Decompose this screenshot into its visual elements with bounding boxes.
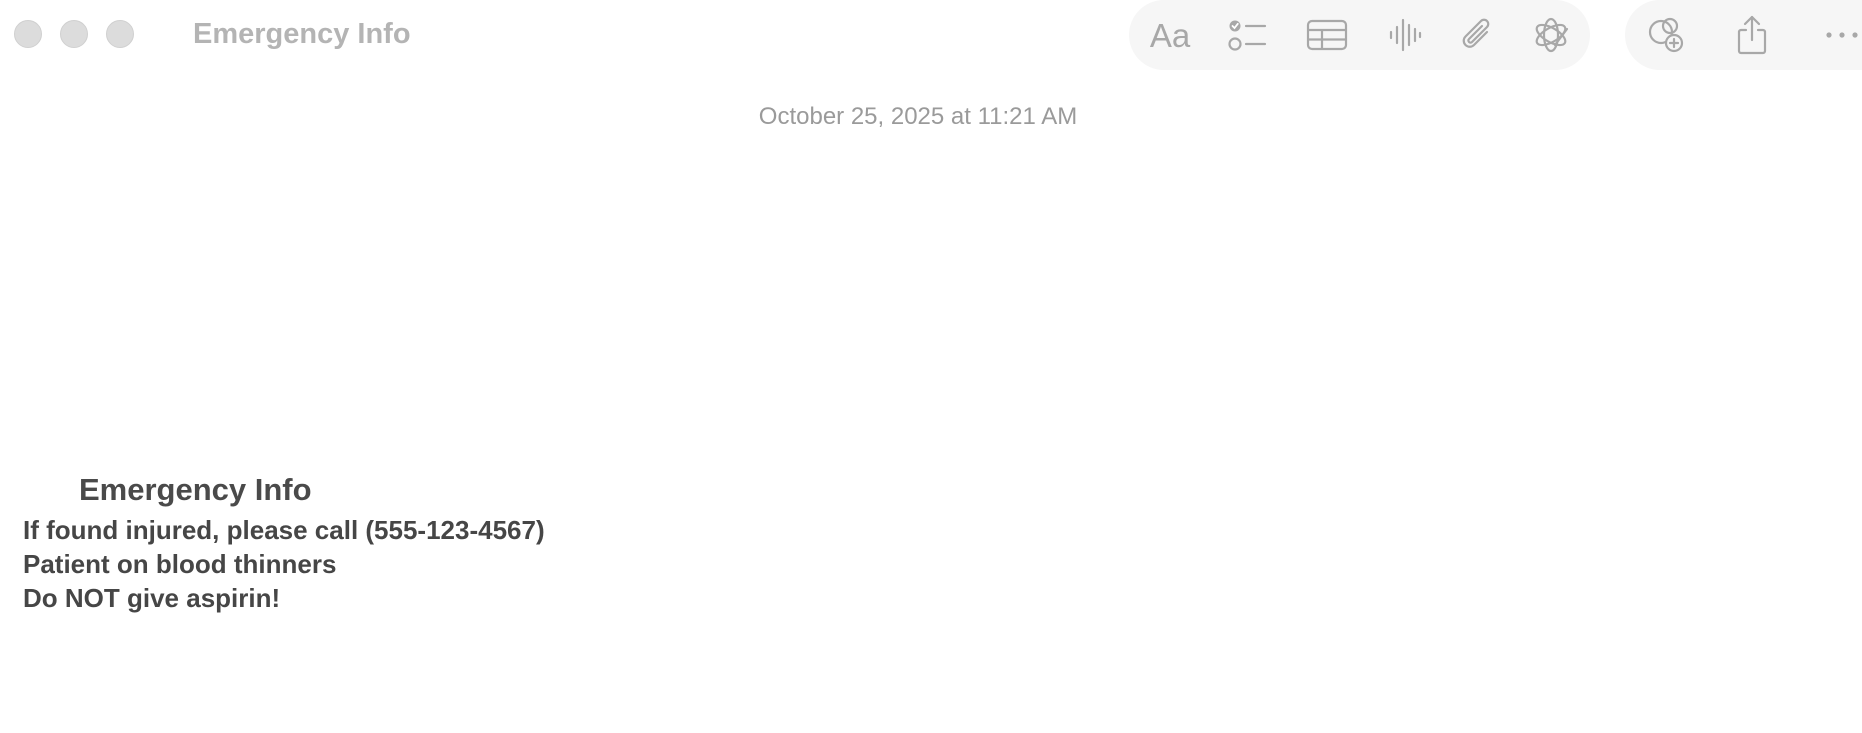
audio-waveform-icon <box>1389 18 1422 52</box>
audio-button[interactable] <box>1381 11 1429 59</box>
format-text-icon: Aa <box>1149 16 1191 54</box>
writing-tools-button[interactable] <box>1527 11 1575 59</box>
share-button[interactable] <box>1728 11 1776 59</box>
note-body-line[interactable]: Do NOT give aspirin! <box>23 581 280 615</box>
note-date: October 25, 2025 at 11:21 AM <box>758 103 1078 130</box>
zoom-window-button[interactable] <box>106 20 134 48</box>
table-icon <box>1306 19 1348 51</box>
table-button[interactable] <box>1303 11 1351 59</box>
attachment-button[interactable] <box>1453 11 1501 59</box>
notes-window: Emergency Info Aa October 25, 2025 at 11… <box>0 0 1862 733</box>
collaborate-button[interactable] <box>1642 11 1690 59</box>
toolbar-main-group: Aa <box>1129 0 1590 70</box>
note-body-line[interactable]: Patient on blood thinners <box>23 547 336 581</box>
writing-tools-icon <box>1535 17 1569 53</box>
note-heading[interactable]: Emergency Info <box>79 470 312 510</box>
more-icon <box>1826 32 1858 38</box>
paperclip-attachment-icon <box>1462 18 1490 48</box>
share-icon <box>1737 15 1767 55</box>
window-title: Emergency Info <box>193 18 411 50</box>
note-body-line[interactable]: If found injured, please call (555-123-4… <box>23 513 545 547</box>
more-button[interactable] <box>1818 11 1862 59</box>
close-window-button[interactable] <box>14 20 42 48</box>
checklist-icon <box>1228 20 1267 51</box>
format-text-button[interactable]: Aa <box>1146 11 1194 59</box>
collaborate-icon <box>1648 17 1684 53</box>
minimize-window-button[interactable] <box>60 20 88 48</box>
checklist-button[interactable] <box>1224 11 1272 59</box>
toolbar-side-group <box>1625 0 1862 70</box>
